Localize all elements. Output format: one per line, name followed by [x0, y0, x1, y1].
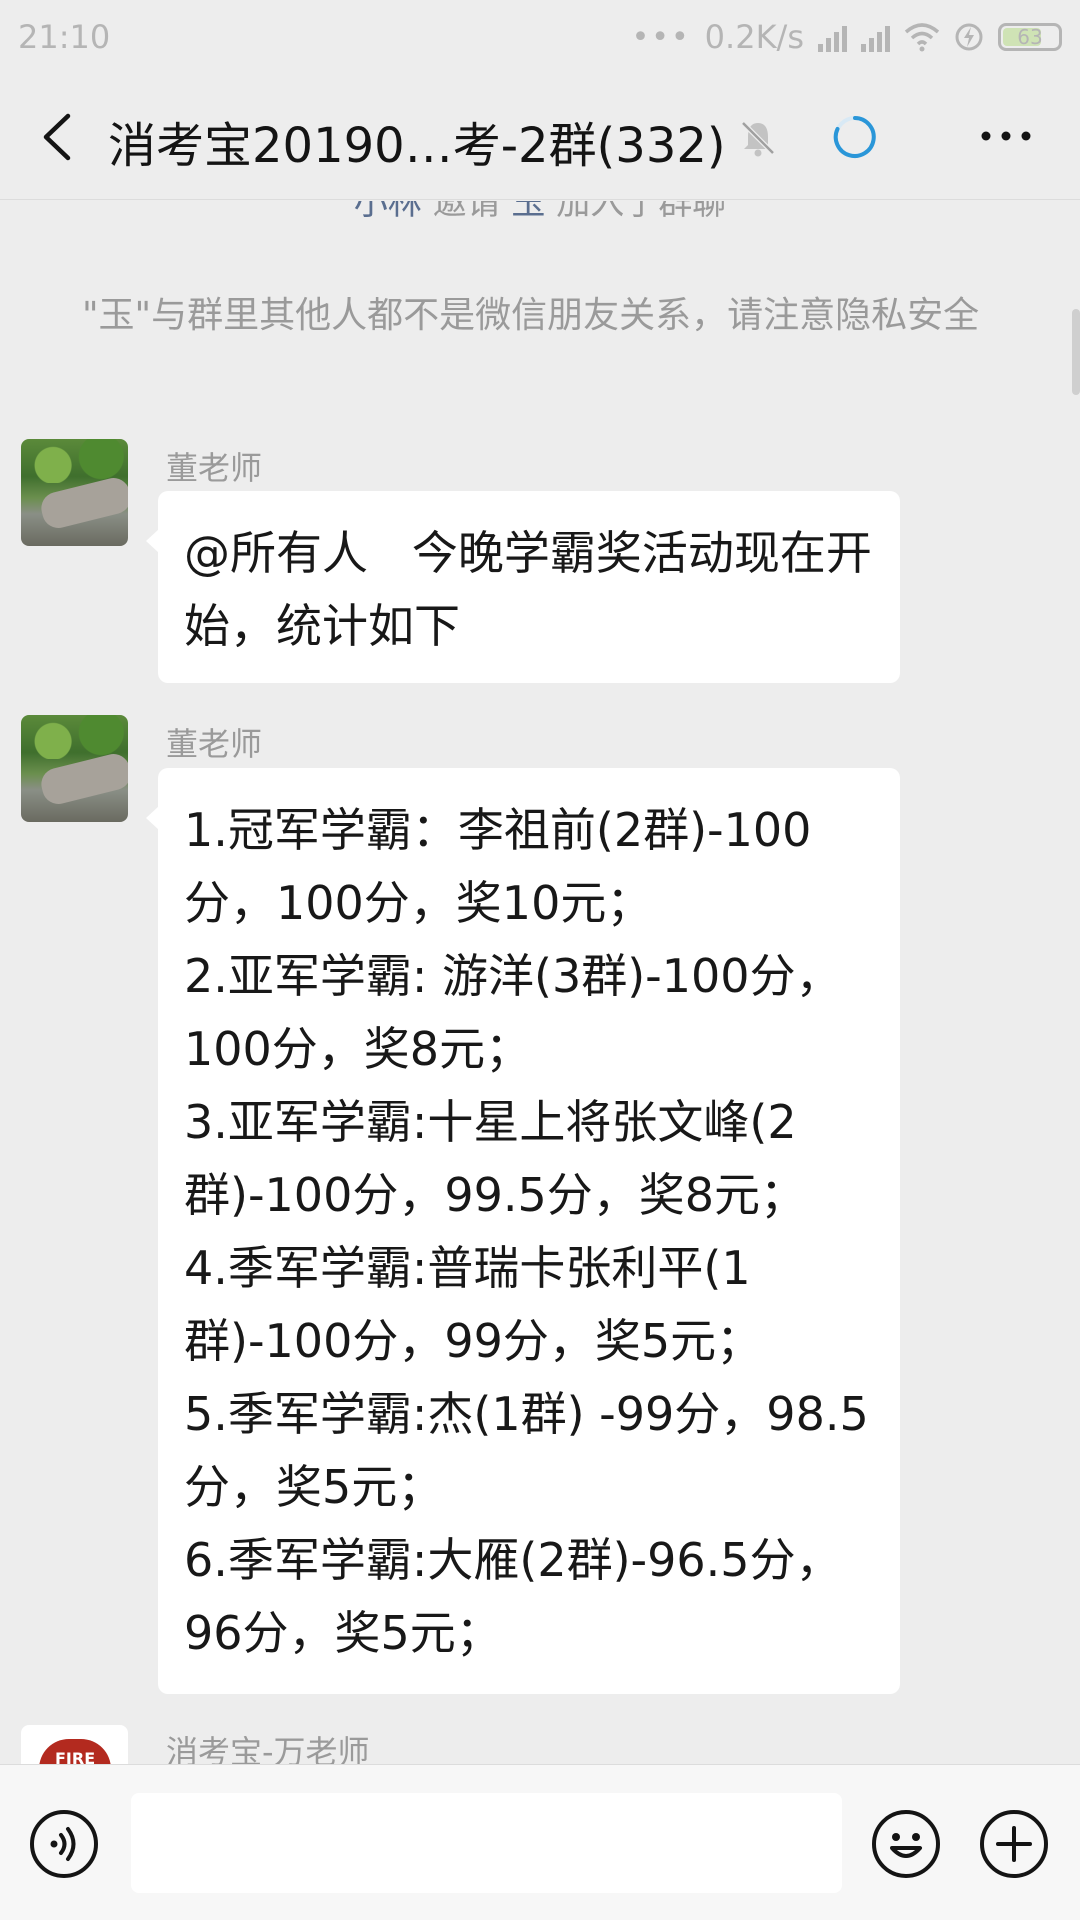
message-bubble[interactable]: 1.冠军学霸：李祖前(2群)-100分，100分，奖10元； 2.亚军学霸: 游… — [146, 768, 900, 1694]
message-list[interactable]: 小林 邀请 玉 加入了群聊 "玉"与群里其他人都不是微信朋友关系，请注意隐私安全… — [0, 201, 1080, 1764]
status-bar: 21:10 ••• 0.2K/s 63 — [0, 0, 1080, 76]
system-message-join: 小林 邀请 玉 加入了群聊 — [0, 201, 1080, 224]
input-bar — [0, 1764, 1080, 1920]
avatar[interactable] — [21, 715, 128, 822]
back-icon[interactable] — [34, 112, 84, 162]
charging-icon — [955, 23, 983, 51]
system-privacy-notice: "玉"与群里其他人都不是微信朋友关系，请注意隐私安全 — [82, 295, 980, 336]
voice-icon[interactable] — [28, 1808, 100, 1880]
scrollbar-thumb[interactable] — [1072, 309, 1080, 395]
invitee-name[interactable]: 玉 — [511, 201, 545, 223]
loading-icon — [833, 116, 876, 158]
sender-name: 消考宝-万老师 — [166, 1733, 370, 1764]
more-dots-icon: ••• — [631, 19, 691, 55]
title-bar: 消考宝20190…考-2群(332) — [0, 76, 1080, 200]
sender-name: 董老师 — [166, 449, 263, 487]
more-icon[interactable] — [978, 114, 1034, 158]
signal-icon — [818, 22, 847, 52]
avatar[interactable] — [21, 439, 128, 546]
sender-name: 董老师 — [166, 725, 263, 763]
wifi-icon — [904, 23, 940, 52]
avatar-logo-text: FIRE — [55, 1749, 96, 1764]
avatar[interactable]: FIRE — [21, 1725, 128, 1764]
signal-icon — [861, 22, 890, 52]
chat-title: 消考宝20190…考-2群(332) — [108, 118, 726, 174]
chat-screen: 21:10 ••• 0.2K/s 63 消考宝20190…考-2群(332) 小… — [0, 0, 1080, 1920]
message-bubble[interactable]: @所有人 今晚学霸奖活动现在开始，统计如下 — [146, 491, 900, 683]
status-indicators: ••• 0.2K/s 63 — [632, 18, 1062, 56]
status-time: 21:10 — [18, 18, 111, 56]
inviter-name[interactable]: 小林 — [354, 201, 422, 223]
add-icon[interactable] — [978, 1808, 1050, 1880]
battery-level: 63 — [1017, 25, 1043, 49]
battery-icon: 63 — [998, 23, 1062, 51]
mute-bell-icon — [741, 121, 775, 157]
message-input[interactable] — [131, 1793, 842, 1893]
emoji-icon[interactable] — [870, 1808, 942, 1880]
network-speed: 0.2K/s — [704, 18, 804, 56]
